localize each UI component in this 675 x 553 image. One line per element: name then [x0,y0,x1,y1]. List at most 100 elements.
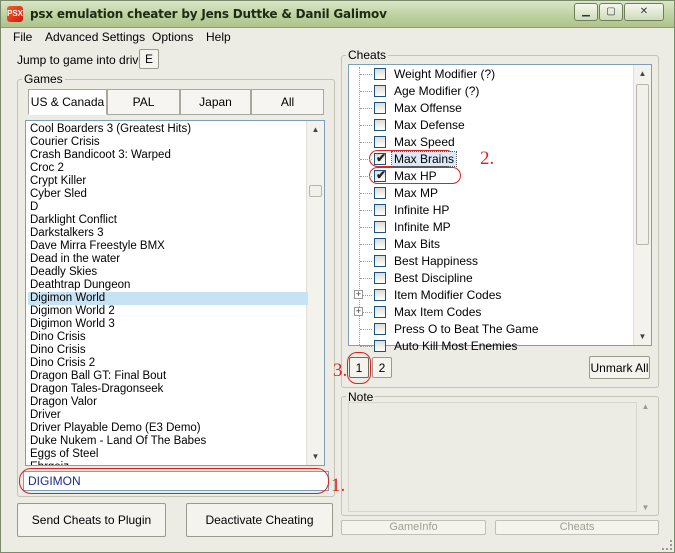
scroll-down-icon[interactable]: ▼ [634,328,651,345]
games-list-scroll-thumb[interactable] [309,185,322,197]
cheat-checkbox[interactable] [374,204,386,216]
games-list-scrollbar[interactable]: ▲ ▼ [306,121,324,465]
expand-icon[interactable]: + [354,290,363,299]
cheat-item[interactable]: ✔ Max HP [356,168,636,185]
game-list-item[interactable]: D [28,201,308,214]
window-title: psx emulation cheater by Jens Duttke & D… [30,7,387,21]
close-button[interactable]: ✕ [624,3,664,21]
cheat-item[interactable]: Best Happiness [356,253,636,270]
game-list-item[interactable]: Cool Boarders 3 (Greatest Hits) [28,123,308,136]
cheat-checkbox[interactable] [374,340,386,352]
cheat-item[interactable]: Max Bits [356,236,636,253]
game-list-item[interactable]: Dino Crisis [28,331,308,344]
cheat-item[interactable]: Auto Kill Most Enemies [356,338,636,352]
game-list-item[interactable]: Eggs of Steel [28,448,308,461]
cheat-checkbox[interactable] [374,238,386,250]
cheat-checkbox[interactable] [374,136,386,148]
cheat-label: Max Speed [394,135,455,149]
cheat-checkbox[interactable]: ✔ [374,151,386,165]
game-list-item[interactable]: Dead in the water [28,253,308,266]
game-list-item[interactable]: Darklight Conflict [28,214,308,227]
menu-options[interactable]: Options [152,30,193,44]
game-list-item[interactable]: Dragon Valor [28,396,308,409]
cheat-item[interactable]: Max Speed [356,134,636,151]
game-list-item[interactable]: Crash Bandicoot 3: Warped [28,149,308,162]
cheat-checkbox[interactable] [374,102,386,114]
cheat-item[interactable]: Max MP [356,185,636,202]
title-bar[interactable]: PSX psx emulation cheater by Jens Duttke… [1,1,674,28]
cheat-checkbox[interactable] [374,255,386,267]
cheat-checkbox[interactable] [374,289,386,301]
game-list-item[interactable]: Dino Crisis 2 [28,357,308,370]
game-list-item[interactable]: Dino Crisis [28,344,308,357]
unmark-all-button[interactable]: Unmark All [589,356,650,379]
tab-japan[interactable]: Japan [180,89,251,115]
gameinfo-tab-button[interactable]: GameInfo [341,520,486,535]
menu-help[interactable]: Help [206,30,231,44]
scroll-up-icon[interactable]: ▲ [307,121,324,138]
game-list-item[interactable]: Driver [28,409,308,422]
cheat-item[interactable]: Best Discipline [356,270,636,287]
maximize-button[interactable]: ▢ [599,3,623,21]
cheat-page-2-button[interactable]: 2 [372,357,392,378]
cheat-item[interactable]: Press O to Beat The Game [356,321,636,338]
game-list-item[interactable]: Digimon World 3 [28,318,308,331]
cheat-item[interactable]: + Max Item Codes [354,304,636,321]
game-list-item[interactable]: Dragon Ball GT: Final Bout [28,370,308,383]
game-list-item[interactable]: Courier Crisis [28,136,308,149]
tab-pal[interactable]: PAL [107,89,180,115]
tree-connector [360,108,372,109]
game-list-item[interactable]: Digimon World 2 [28,305,308,318]
game-list-item[interactable]: Darkstalkers 3 [28,227,308,240]
game-list-item[interactable]: Cyber Sled [28,188,308,201]
cheat-checkbox[interactable] [374,323,386,335]
cheat-item[interactable]: Infinite HP [356,202,636,219]
drive-button[interactable]: E [139,49,159,69]
cheat-item[interactable]: ✔ Max Brains [356,151,636,168]
menu-advanced-settings[interactable]: Advanced Settings [45,30,145,44]
note-text-area[interactable] [348,402,637,512]
cheat-checkbox[interactable] [374,68,386,80]
menu-file[interactable]: File [13,30,32,44]
game-list-item[interactable]: Dave Mirra Freestyle BMX [28,240,308,253]
game-list-item[interactable]: Digimon World [28,292,308,305]
tab-us-canada[interactable]: US & Canada [28,89,107,115]
cheat-checkbox[interactable] [374,85,386,97]
expand-icon[interactable]: + [354,307,363,316]
cheat-item[interactable]: Max Defense [356,117,636,134]
deactivate-cheating-button[interactable]: Deactivate Cheating [186,503,333,537]
cheat-item[interactable]: Weight Modifier (?) [356,66,636,83]
game-list-item[interactable]: Ehrgeiz [28,461,308,465]
scroll-up-icon[interactable]: ▲ [634,65,651,82]
game-list-item[interactable]: Deathtrap Dungeon [28,279,308,292]
cheat-checkbox[interactable]: ✔ [374,168,386,182]
game-list-item[interactable]: Duke Nukem - Land Of The Babes [28,435,308,448]
cheat-checkbox[interactable] [374,221,386,233]
cheat-checkbox[interactable] [374,306,386,318]
cheat-item[interactable]: Age Modifier (?) [356,83,636,100]
cheat-item[interactable]: + Item Modifier Codes [354,287,636,304]
note-scrollbar[interactable]: ▲ ▼ [637,402,654,512]
scroll-down-icon[interactable]: ▼ [307,448,324,465]
game-list-item[interactable]: Croc 2 [28,162,308,175]
scroll-up-icon[interactable]: ▲ [637,402,654,411]
cheats-tree-scroll-thumb[interactable] [636,84,649,245]
tree-connector [360,261,372,262]
cheat-checkbox[interactable] [374,119,386,131]
cheats-tab-button[interactable]: Cheats [495,520,659,535]
cheat-checkbox[interactable] [374,187,386,199]
game-list-item[interactable]: Driver Playable Demo (E3 Demo) [28,422,308,435]
cheat-item[interactable]: Max Offense [356,100,636,117]
scroll-down-icon[interactable]: ▼ [637,503,654,512]
minimize-button[interactable]: ▁ [574,3,598,21]
tree-connector [360,159,372,160]
games-list[interactable]: ▲ ▼ Cool Boarders 3 (Greatest Hits) Couri… [25,120,325,466]
tab-all[interactable]: All [251,89,324,115]
game-list-item[interactable]: Deadly Skies [28,266,308,279]
send-cheats-button[interactable]: Send Cheats to Plugin [17,503,166,537]
game-list-item[interactable]: Crypt Killer [28,175,308,188]
cheat-checkbox[interactable] [374,272,386,284]
cheat-item[interactable]: Infinite MP [356,219,636,236]
resize-grip-icon[interactable] [662,540,672,550]
game-list-item[interactable]: Dragon Tales-Dragonseek [28,383,308,396]
